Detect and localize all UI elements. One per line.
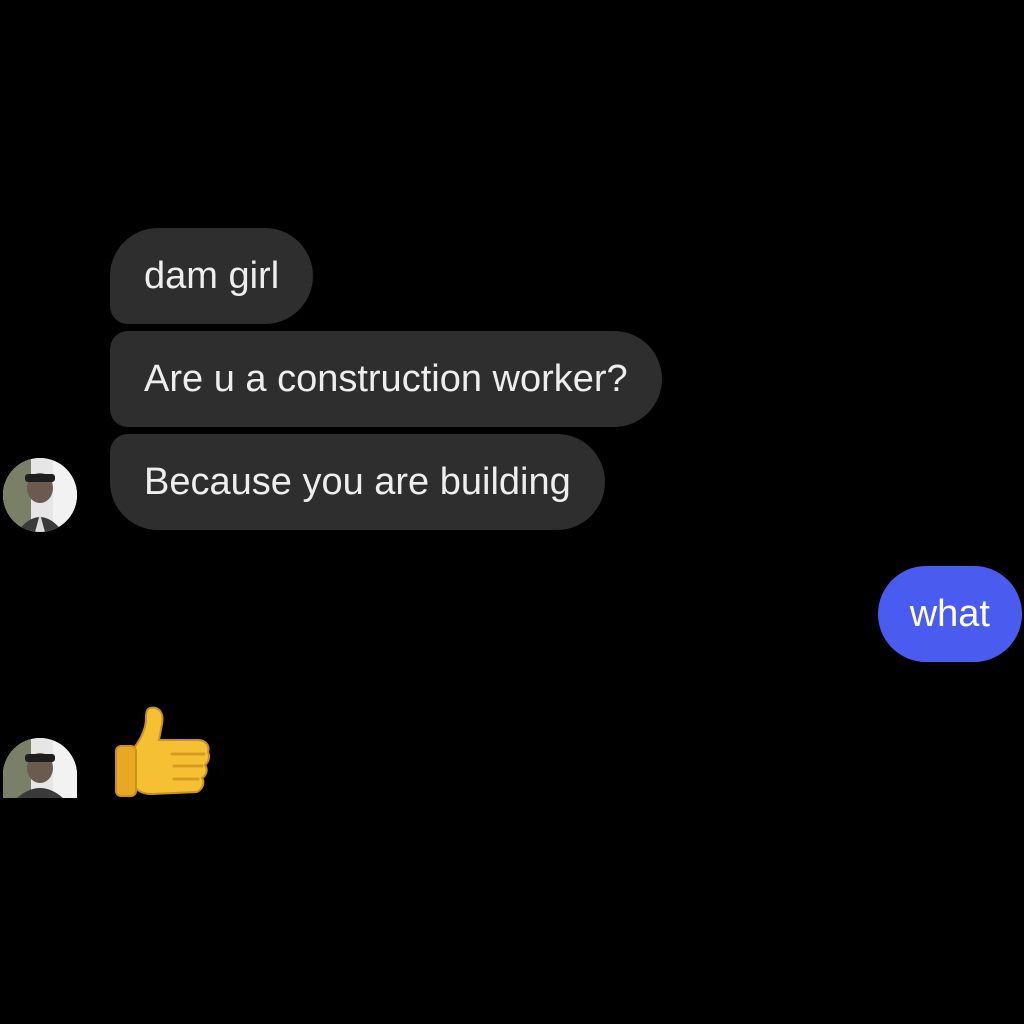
sender-avatar[interactable] [3, 458, 77, 532]
message-text: what [909, 593, 990, 635]
message-text: Are u a construction worker? [144, 358, 628, 400]
thumbs-up-reaction[interactable] [112, 702, 212, 798]
avatar-photo-icon [3, 458, 77, 532]
sender-avatar[interactable] [3, 738, 77, 798]
chat-screen: dam girl Are u a construction worker? Be… [0, 0, 1024, 1024]
avatar-photo-icon [3, 738, 77, 798]
message-bubble-outgoing[interactable]: what [877, 566, 1022, 662]
message-bubble-incoming[interactable]: dam girl [110, 228, 314, 324]
thumbs-up-icon [115, 706, 210, 797]
message-text: dam girl [144, 255, 280, 297]
message-bubble-incoming[interactable]: Are u a construction worker? [110, 331, 662, 427]
message-text: Because you are building [144, 461, 571, 503]
message-bubble-incoming[interactable]: Because you are building [110, 434, 605, 530]
